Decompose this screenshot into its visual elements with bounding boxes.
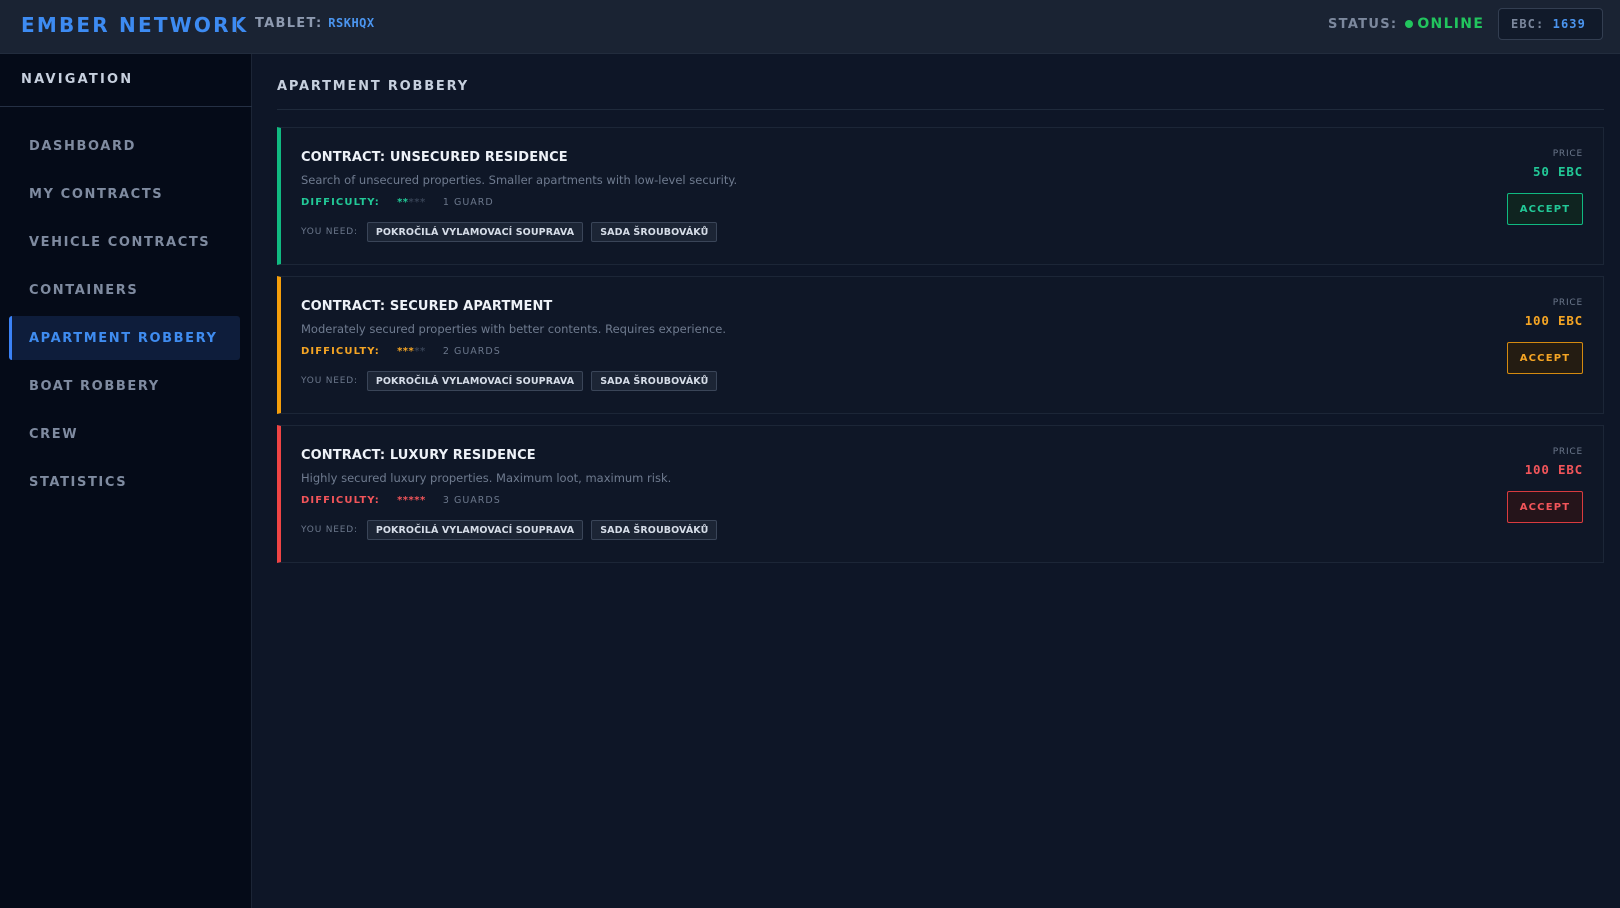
stars-filled: ***** [397,495,426,506]
status-value: ONLINE [1417,16,1485,32]
guard-count: 2 GUARDS [442,346,501,357]
header-divider [236,17,237,33]
price-label: PRICE [1552,298,1583,308]
price-label: PRICE [1552,149,1583,159]
ebc-value: 1639 [1552,17,1586,31]
contract-card-secured: CONTRACT: SECURED APARTMENT Moderately s… [277,276,1604,414]
contract-card-unsecured: CONTRACT: UNSECURED RESIDENCE Search of … [277,127,1604,265]
difficulty-row: DIFFICULTY: ***** 1 GUARD [301,197,494,208]
requirements-row: YOU NEED: POKROČILÁ VYLAMOVACÍ SOUPRAVA … [301,371,725,391]
nav-list: DASHBOARD MY CONTRACTS VEHICLE CONTRACTS… [9,124,240,508]
accept-button[interactable]: ACCEPT [1507,342,1583,374]
sidebar: NAVIGATION DASHBOARD MY CONTRACTS VEHICL… [0,54,252,908]
sidebar-item-boat-robbery[interactable]: BOAT ROBBERY [9,364,240,408]
difficulty-label: DIFFICULTY: [301,197,380,208]
difficulty-row: DIFFICULTY: ***** 3 GUARDS [301,495,501,506]
ebc-balance: EBC: 1639 [1498,8,1603,40]
contract-title: CONTRACT: LUXURY RESIDENCE [301,448,536,463]
requirements-row: YOU NEED: POKROČILÁ VYLAMOVACÍ SOUPRAVA … [301,222,725,242]
requirements-label: YOU NEED: [301,227,358,237]
stars-empty: ** [414,346,426,357]
difficulty-label: DIFFICULTY: [301,346,380,357]
requirements-label: YOU NEED: [301,376,358,386]
status-label: STATUS: [1328,17,1398,32]
requirement-tag: SADA ŠROUBOVÁKŮ [591,371,718,391]
connection-status: STATUS: ONLINE [1328,16,1484,32]
contract-title: CONTRACT: SECURED APARTMENT [301,299,553,314]
difficulty-stars: ***** [397,495,426,506]
accept-button[interactable]: ACCEPT [1507,491,1583,523]
contract-description: Search of unsecured properties. Smaller … [301,173,738,187]
stars-filled: ** [397,197,409,208]
ebc-label: EBC: [1511,17,1545,31]
price-value: 100 EBC [1524,313,1583,328]
guard-count: 1 GUARD [442,197,494,208]
sidebar-item-my-contracts[interactable]: MY CONTRACTS [9,172,240,216]
contract-description: Moderately secured properties with bette… [301,322,727,336]
page-title: APARTMENT ROBBERY [277,79,469,94]
contract-card-luxury: CONTRACT: LUXURY RESIDENCE Highly secure… [277,425,1604,563]
sidebar-item-crew[interactable]: CREW [9,412,240,456]
price-value: 50 EBC [1533,164,1583,179]
sidebar-item-dashboard[interactable]: DASHBOARD [9,124,240,168]
sidebar-item-apartment-robbery[interactable]: APARTMENT ROBBERY [9,316,240,360]
title-divider [277,109,1604,110]
difficulty-row: DIFFICULTY: ***** 2 GUARDS [301,346,501,357]
status-dot-icon [1405,20,1414,28]
sidebar-item-statistics[interactable]: STATISTICS [9,460,240,504]
requirement-tag: SADA ŠROUBOVÁKŮ [591,222,718,242]
requirement-tag: POKROČILÁ VYLAMOVACÍ SOUPRAVA [366,520,584,540]
difficulty-label: DIFFICULTY: [301,495,380,506]
stars-empty: *** [408,197,426,208]
top-header: EMBER NETWORK TABLET: RSKHQX STATUS: ONLI… [0,0,1620,54]
requirement-tag: POKROČILÁ VYLAMOVACÍ SOUPRAVA [366,222,584,242]
price-label: PRICE [1552,447,1583,457]
contract-description: Highly secured luxury properties. Maximu… [301,471,672,485]
difficulty-stars: ***** [397,197,426,208]
brand-title: EMBER NETWORK [21,13,249,37]
requirement-tag: SADA ŠROUBOVÁKŮ [591,520,718,540]
price-value: 100 EBC [1524,462,1583,477]
sidebar-item-vehicle-contracts[interactable]: VEHICLE CONTRACTS [9,220,240,264]
guard-count: 3 GUARDS [442,495,501,506]
nav-divider [0,106,252,107]
requirements-row: YOU NEED: POKROČILÁ VYLAMOVACÍ SOUPRAVA … [301,520,725,540]
accept-button[interactable]: ACCEPT [1507,193,1583,225]
stars-filled: *** [397,346,415,357]
contract-title: CONTRACT: UNSECURED RESIDENCE [301,150,568,165]
tablet-id: RSKHQX [328,16,375,30]
sidebar-item-containers[interactable]: CONTAINERS [9,268,240,312]
difficulty-stars: ***** [397,346,426,357]
requirements-label: YOU NEED: [301,525,358,535]
tablet-label: TABLET: [255,16,323,31]
requirement-tag: POKROČILÁ VYLAMOVACÍ SOUPRAVA [366,371,584,391]
nav-title: NAVIGATION [21,72,134,87]
tablet-info: TABLET: RSKHQX [255,16,375,31]
